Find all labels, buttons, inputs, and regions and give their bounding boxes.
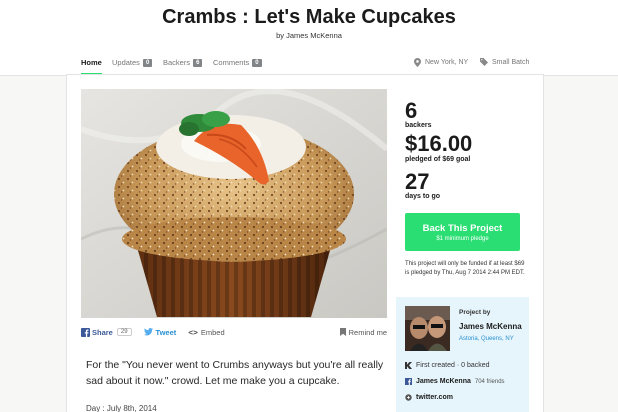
facebook-share-count: 29 — [116, 328, 132, 336]
remind-me-label: Remind me — [348, 327, 387, 337]
embed-button[interactable]: <> Embed — [188, 328, 224, 337]
cupcake-image — [81, 89, 387, 318]
tab-comments[interactable]: Comments 0 — [213, 58, 262, 73]
pledged-amount: $16.00 — [405, 131, 473, 156]
facebook-icon — [405, 378, 412, 385]
minimum-pledge-label: $1 minimum pledge — [436, 236, 489, 242]
creator-facebook-name: James McKenna — [416, 378, 471, 385]
tab-comments-label: Comments — [213, 58, 250, 67]
project-title: Crambs : Let's Make Cupcakes — [162, 6, 456, 28]
tag-icon — [480, 58, 488, 66]
embed-label: Embed — [200, 327, 225, 337]
tab-home[interactable]: Home — [81, 58, 102, 75]
project-category-label: Small Batch — [492, 58, 530, 66]
creator-history: First created · 0 backed — [405, 362, 490, 369]
tab-comments-count: 0 — [252, 58, 262, 67]
funding-note: This project will only be funded if at l… — [405, 261, 525, 276]
facebook-icon — [81, 327, 90, 337]
update-day-line: Day : July 8th, 2014 — [86, 404, 157, 412]
link-icon — [405, 394, 412, 401]
project-video[interactable] — [81, 89, 387, 318]
creator-name-link[interactable]: James McKenna — [459, 322, 522, 331]
project-nav: Home Updates 0 Backers 6 Comments 0 New … — [0, 54, 618, 76]
project-blurb: For the "You never went to Crumbs anyway… — [86, 359, 384, 387]
bookmark-icon — [339, 328, 346, 336]
project-category-link[interactable]: Small Batch — [480, 58, 529, 66]
days-label: days to go — [405, 193, 441, 200]
creator-facebook[interactable]: James McKenna 704 friends — [405, 378, 505, 385]
project-by-heading: Project by — [459, 309, 491, 316]
tab-backers-count: 6 — [193, 58, 203, 67]
tab-home-label: Home — [81, 58, 102, 67]
map-pin-icon — [414, 58, 421, 67]
backers-count: 6 — [405, 98, 418, 123]
creator-avatar[interactable] — [405, 306, 450, 351]
byline-prefix: by — [276, 31, 284, 40]
kickstarter-k-icon — [405, 362, 412, 369]
project-byline: by James McKenna — [0, 31, 618, 40]
creator-history-label: First created · 0 backed — [416, 362, 490, 369]
byline-creator-link[interactable]: James McKenna — [286, 31, 342, 40]
tab-updates-count: 0 — [142, 58, 153, 67]
tweet-label: Tweet — [155, 327, 177, 337]
back-project-label: Back This Project — [422, 223, 503, 234]
tweet-button[interactable]: Tweet — [143, 327, 177, 337]
tab-updates[interactable]: Updates 0 — [112, 58, 153, 73]
tab-updates-label: Updates — [112, 58, 140, 67]
share-bar: Share 29 Tweet <> Embed Remind me — [81, 325, 387, 339]
days-count: 27 — [405, 169, 430, 194]
remind-me-button[interactable]: Remind me — [339, 327, 387, 337]
creator-website-label: twitter.com — [416, 394, 453, 401]
code-brackets-icon: <> — [188, 327, 198, 337]
back-project-button[interactable]: Back This Project $1 minimum pledge — [405, 213, 520, 251]
backers-label: backers — [405, 122, 432, 129]
creator-facebook-friends: 704 friends — [474, 378, 505, 385]
tab-backers[interactable]: Backers 6 — [163, 58, 203, 73]
project-location-link[interactable]: New York, NY — [414, 58, 468, 67]
creator-location-link[interactable]: Astoria, Queens, NY — [459, 336, 514, 342]
pledged-label: pledged of $69 goal — [405, 156, 471, 163]
tab-backers-label: Backers — [163, 58, 191, 67]
project-location-label: New York, NY — [425, 59, 469, 66]
creator-box: Project by James McKenna Astoria, Queens… — [396, 297, 529, 412]
facebook-share-button[interactable]: Share 29 — [81, 327, 132, 337]
facebook-share-label: Share — [92, 327, 113, 337]
creator-website[interactable]: twitter.com — [405, 394, 453, 401]
twitter-bird-icon — [143, 328, 153, 336]
